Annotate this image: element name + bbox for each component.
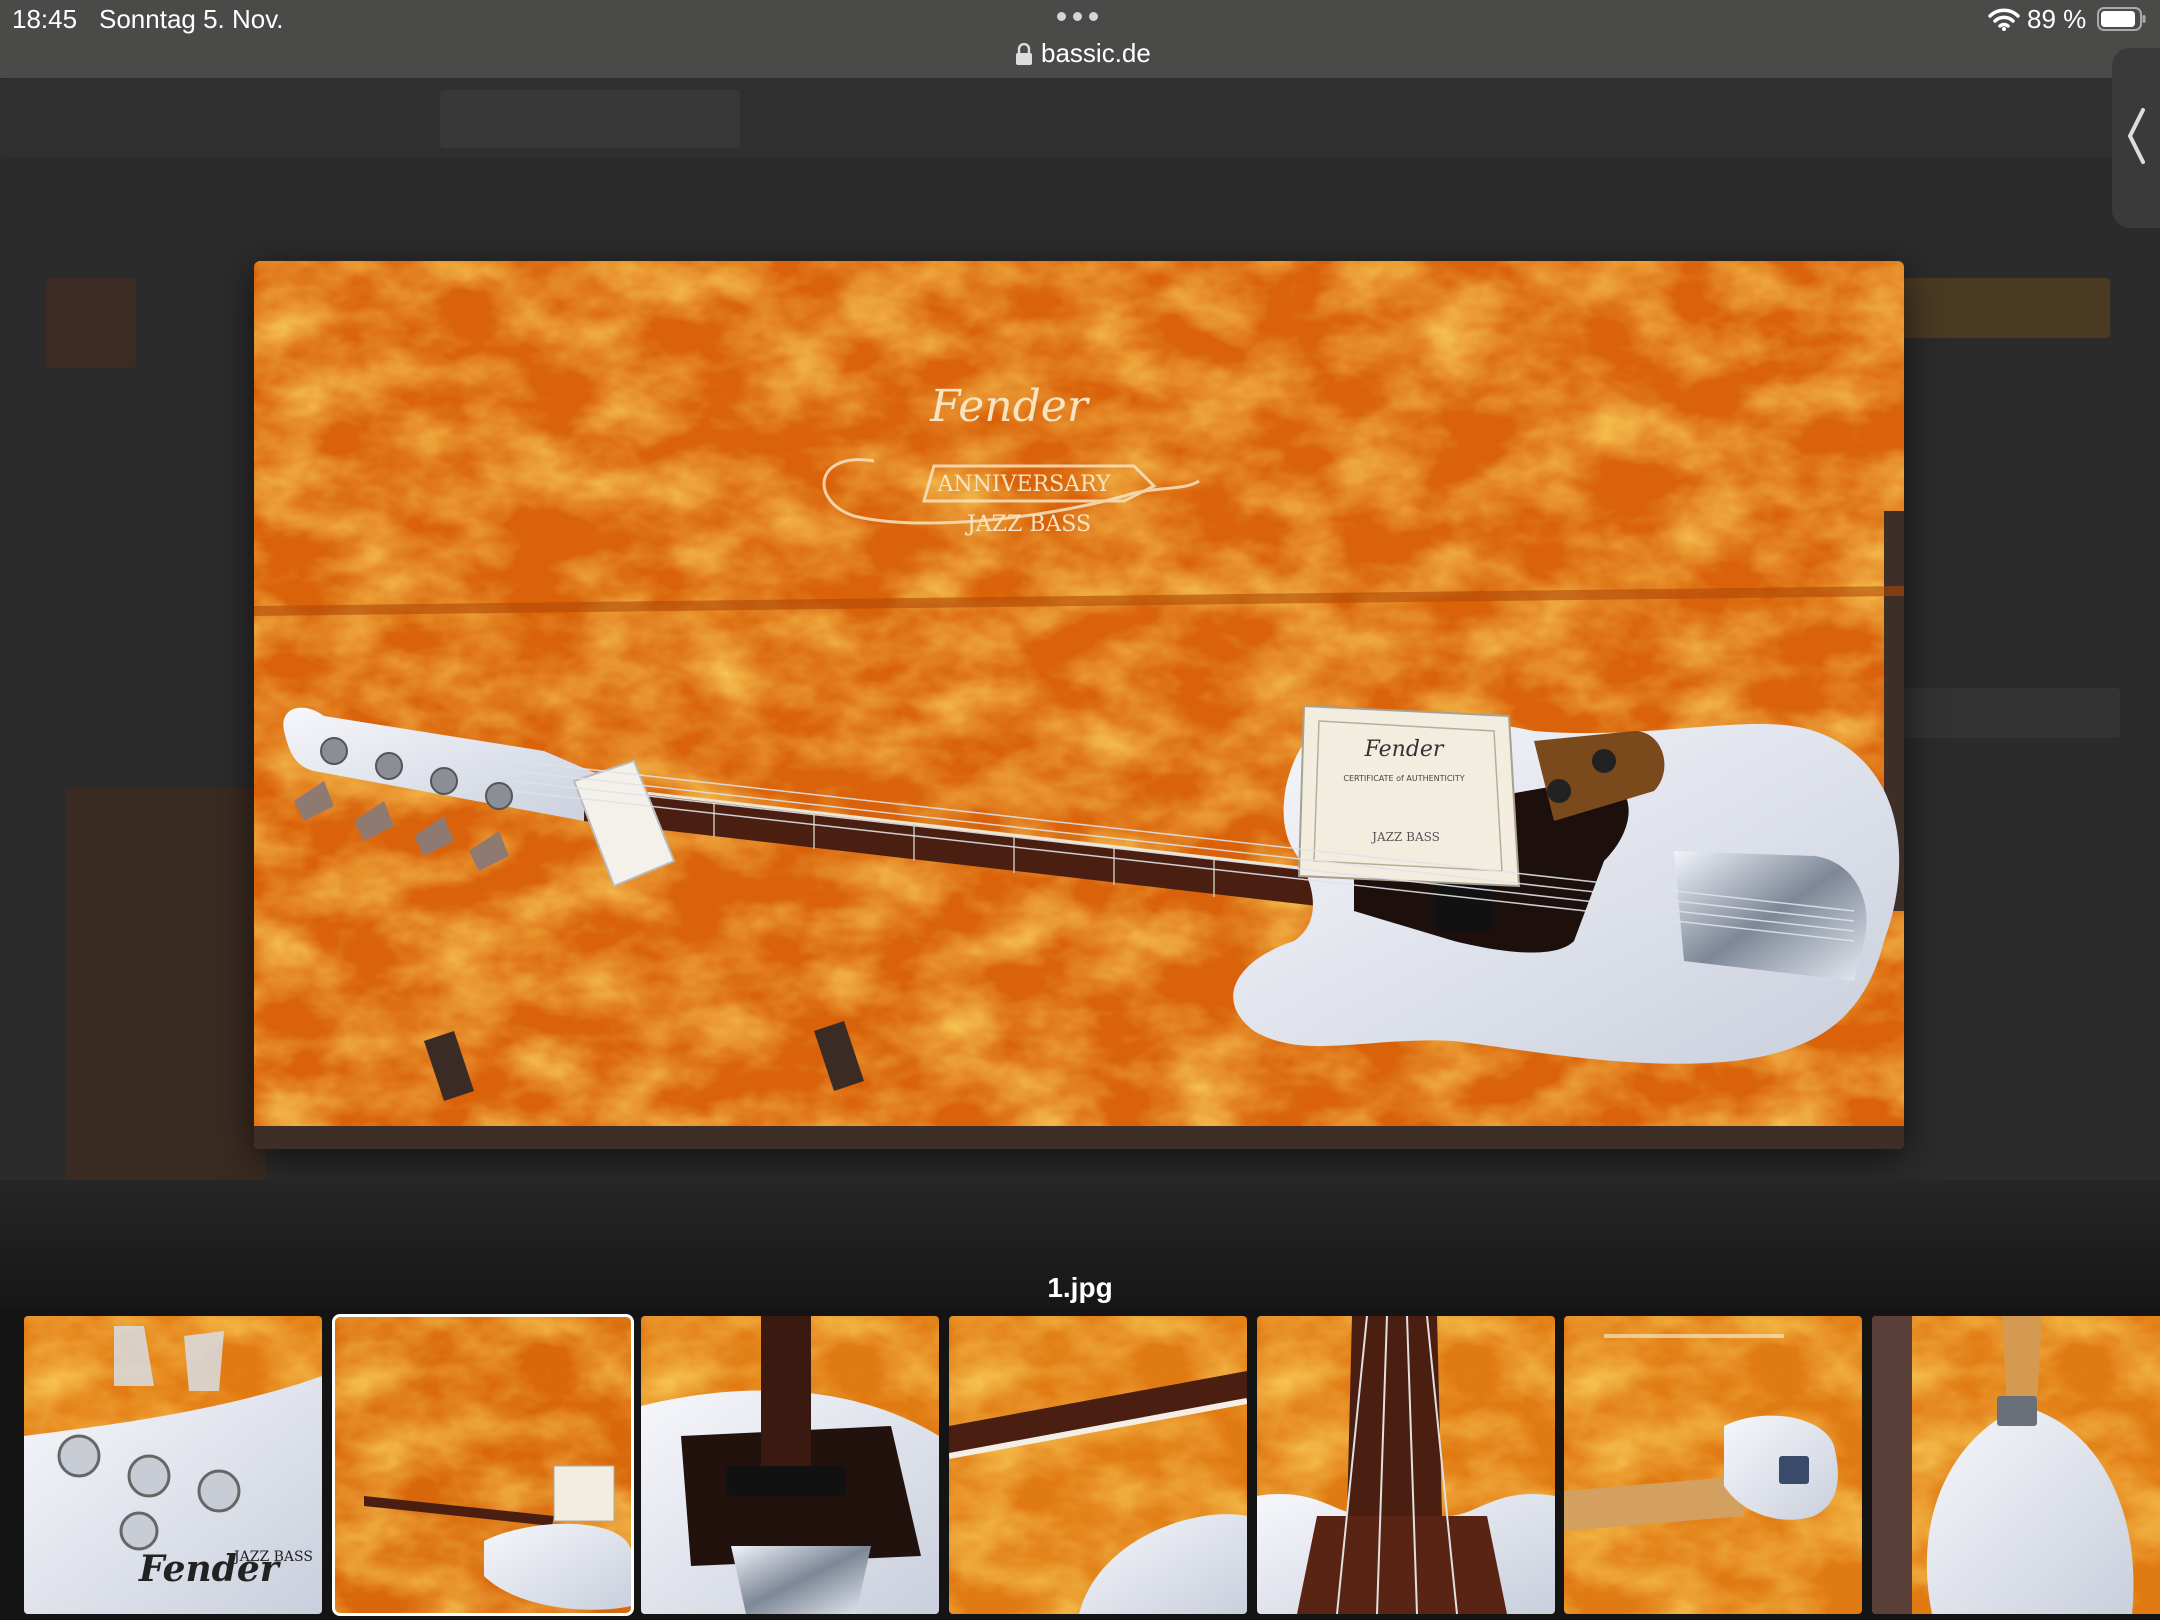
thumbnail[interactable] xyxy=(641,1316,939,1614)
background-card xyxy=(66,788,266,1188)
image-filename: 1.jpg xyxy=(1047,1272,1113,1303)
background-nav xyxy=(0,78,2120,158)
status-bar: 18:45 Sonntag 5. Nov. bassic.de 89 % xyxy=(0,0,2160,78)
thumbnail[interactable] xyxy=(949,1316,1247,1614)
certificate-card: Fender CERTIFICATE of AUTHENTICITY JAZZ … xyxy=(1297,704,1521,888)
lock-icon xyxy=(1016,42,1032,65)
svg-text:JAZZ BASS: JAZZ BASS xyxy=(1370,830,1440,844)
multitasking-dots-icon[interactable] xyxy=(1057,12,1098,21)
thumbnail[interactable] xyxy=(1564,1316,1862,1614)
url-text: bassic.de xyxy=(1041,38,1151,68)
svg-text:JAZZ BASS: JAZZ BASS xyxy=(232,1549,313,1565)
case-logo-banner: ANNIVERSARY xyxy=(937,472,1111,497)
side-panel-handle[interactable] xyxy=(2112,48,2160,228)
svg-text:CERTIFICATE of AUTHENTICITY: CERTIFICATE of AUTHENTICITY xyxy=(1343,774,1464,783)
case-logo-script: Fender xyxy=(929,381,1091,432)
background-avatar xyxy=(46,278,136,368)
status-time: 18:45 xyxy=(12,4,78,34)
background-bar xyxy=(1890,688,2120,738)
chevron-left-icon xyxy=(2127,108,2145,164)
thumbnail[interactable] xyxy=(1872,1316,2160,1614)
battery-percent: 89 % xyxy=(2027,4,2087,34)
address-bar[interactable]: bassic.de xyxy=(1015,38,1151,69)
main-photo[interactable]: Fender ANNIVERSARY JAZZ BASS Fender CERT… xyxy=(254,261,1904,1149)
case-logo-model: JAZZ BASS xyxy=(965,512,1091,537)
background-button xyxy=(1890,278,2110,338)
background-tab xyxy=(440,90,740,148)
thumbnail[interactable]: Fender JAZZ BASS xyxy=(24,1316,322,1614)
thumbnail[interactable] xyxy=(1257,1316,1555,1614)
wifi-icon xyxy=(1988,8,2020,31)
battery-icon xyxy=(2097,7,2146,31)
thumbnail-selected[interactable] xyxy=(332,1314,634,1616)
thumbnail-strip[interactable]: Fender JAZZ BASS xyxy=(0,1310,2160,1620)
svg-text:Fender: Fender xyxy=(1364,737,1445,762)
status-date: Sonntag 5. Nov. xyxy=(99,4,284,34)
